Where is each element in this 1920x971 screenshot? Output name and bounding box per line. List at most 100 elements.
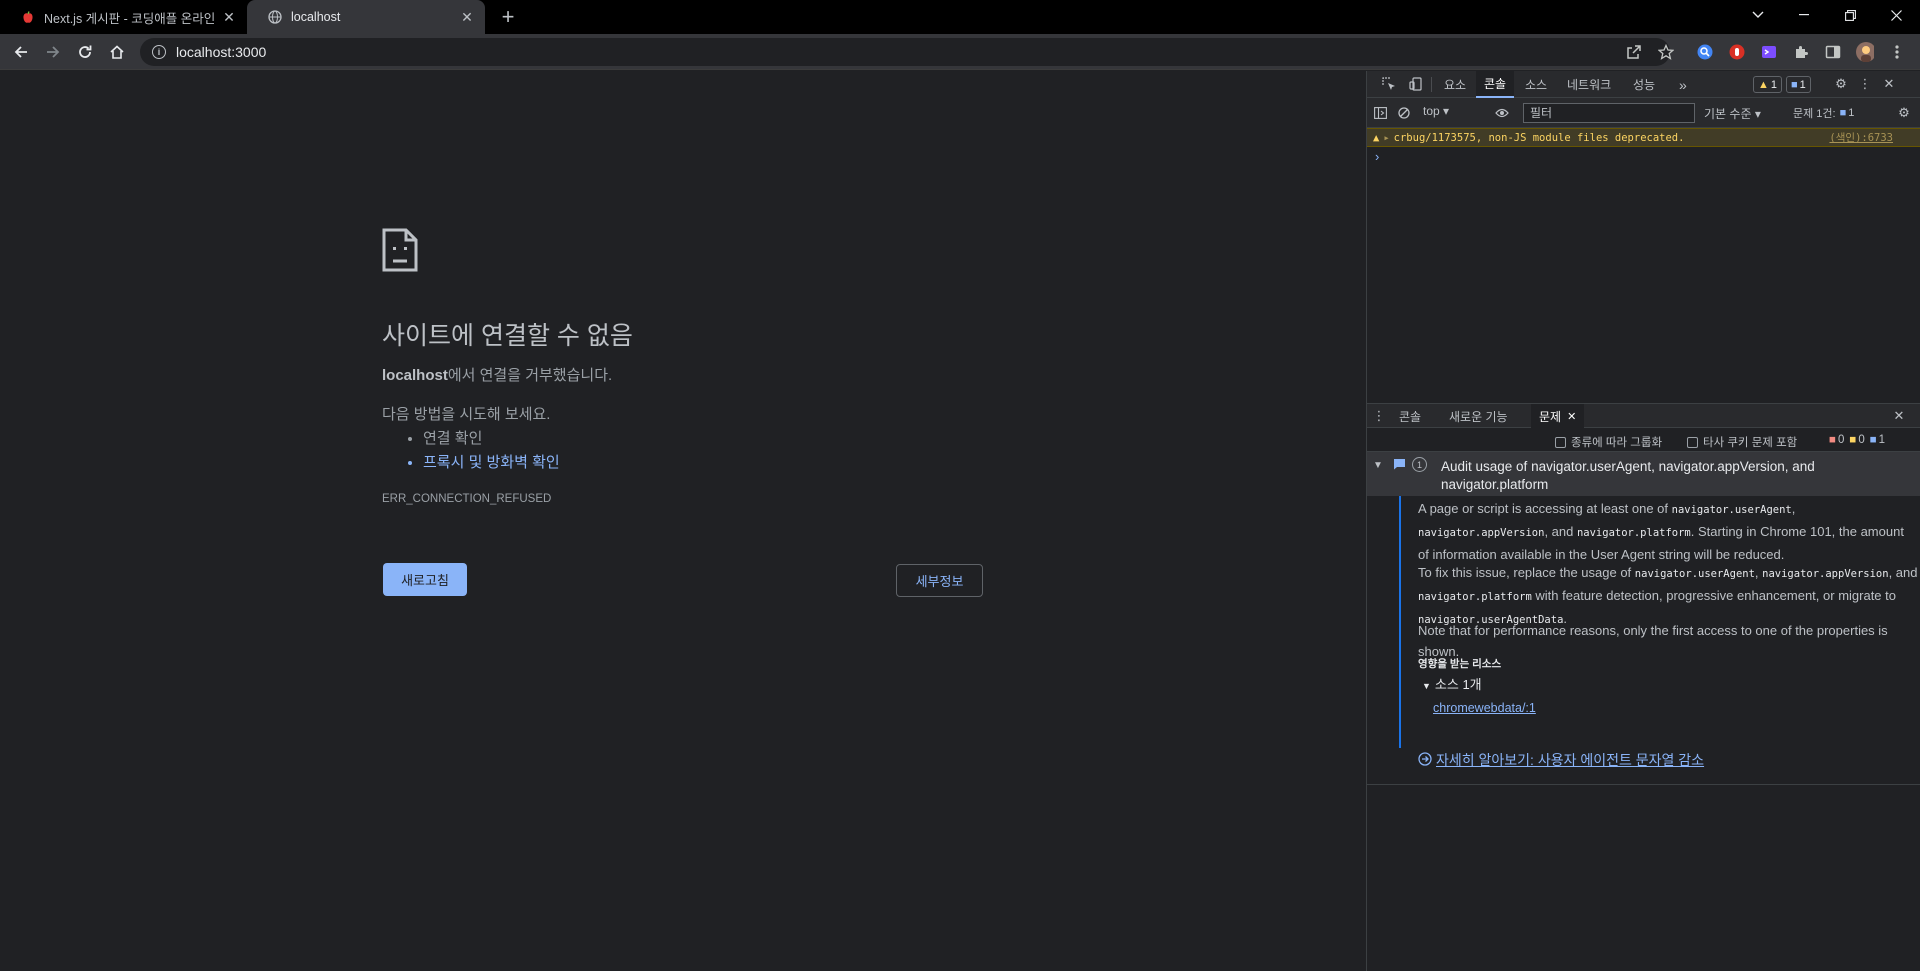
code: navigator.platform <box>1418 591 1532 603</box>
site-info-icon[interactable]: i <box>152 45 166 59</box>
more-tabs-icon[interactable]: » <box>1671 71 1695 98</box>
message-icon <box>1393 458 1406 473</box>
error-description-text: 에서 연결을 거부했습니다. <box>447 367 613 384</box>
close-window-icon[interactable] <box>1873 0 1919 30</box>
tab-search-icon[interactable] <box>1735 0 1781 30</box>
close-drawer-icon[interactable]: ✕ <box>1890 407 1908 425</box>
devtools-panel: 요소 콘솔 소스 네트워크 성능 » ▲ 1 ■ 1 ⚙ ⋮ ✕ top ▾ 필… <box>1366 71 1920 971</box>
message-icon: ■ <box>1839 106 1847 119</box>
collapse-arrow-icon[interactable]: ▼ <box>1373 460 1383 471</box>
learn-more-text: 자세히 알아보기: 사용자 에이전트 문자열 감소 <box>1436 752 1705 768</box>
issues-summary-count: 1 <box>1848 106 1855 119</box>
restore-icon[interactable] <box>1827 0 1873 30</box>
issue-header[interactable]: ▼ 1 Audit usage of navigator.userAgent, … <box>1367 452 1920 496</box>
group-by-kind-checkbox[interactable]: 종류에 따라 그룹화 <box>1555 434 1662 450</box>
log-level-dropdown[interactable]: 기본 수준 ▾ <box>1704 105 1761 122</box>
issue-counts: ■ 0 ■ 0 ■ 1 <box>1829 434 1885 446</box>
arrow-circle-icon <box>1418 751 1432 769</box>
error-count: 0 <box>1837 434 1845 446</box>
code: navigator.appVersion <box>1418 527 1545 539</box>
page-content: 사이트에 연결할 수 없음 localhost에서 연결을 거부했습니다. 다음… <box>0 71 1366 971</box>
inspect-element-icon[interactable] <box>1380 75 1398 93</box>
issue-count-badge: 1 <box>1412 457 1427 472</box>
drawer-tab-bar: ⋮ 콘솔 새로운 기능 문제 ✕ ✕ <box>1367 403 1920 428</box>
bookmark-star-icon[interactable] <box>1657 43 1675 61</box>
side-panel-icon[interactable] <box>1824 43 1842 61</box>
back-icon[interactable] <box>9 40 33 64</box>
browser-tab-active[interactable]: localhost ✕ <box>247 0 485 34</box>
extension-devtools-icon[interactable] <box>1760 43 1778 61</box>
code: navigator.userAgent <box>1671 504 1792 516</box>
warnings-badge[interactable]: ▲ 1 <box>1753 76 1783 93</box>
reload-icon[interactable] <box>73 40 97 64</box>
suggestion-check-proxy-link[interactable]: 프록시 및 방화벽 확인 <box>423 451 560 475</box>
issue-paragraph: A page or script is accessing at least o… <box>1418 498 1918 565</box>
close-tab-icon[interactable]: ✕ <box>459 9 475 25</box>
device-toolbar-icon[interactable] <box>1407 75 1425 93</box>
error-icon: ■ <box>1829 434 1836 446</box>
code: navigator.platform <box>1576 527 1691 539</box>
warning-icon: ■ <box>1849 434 1857 446</box>
browser-tab[interactable]: Next.js 게시판 - 코딩애플 온라인 ✕ <box>0 0 247 34</box>
warning-source-link[interactable]: (색인):6733 <box>1829 130 1893 145</box>
tab-title: Next.js 게시판 - 코딩애플 온라인 <box>44 11 216 26</box>
console-toolbar: top ▾ 필터 기본 수준 ▾ 문제 1건: ■ 1 ⚙ <box>1367 98 1920 128</box>
clear-console-icon[interactable] <box>1395 104 1413 122</box>
close-tab-icon[interactable]: ✕ <box>1567 410 1576 423</box>
console-prompt[interactable]: › <box>1375 149 1379 164</box>
address-bar[interactable]: i localhost:3000 <box>140 38 1670 66</box>
minimize-icon[interactable] <box>1781 0 1827 30</box>
drawer-menu-icon[interactable]: ⋮ <box>1370 407 1388 425</box>
tab-sources[interactable]: 소스 <box>1517 71 1555 98</box>
tab-network[interactable]: 네트워크 <box>1559 71 1619 98</box>
share-icon[interactable] <box>1625 43 1643 61</box>
text: A page or script is accessing at least o… <box>1418 501 1672 516</box>
forward-icon[interactable] <box>41 40 65 64</box>
devtools-menu-icon[interactable]: ⋮ <box>1856 75 1874 93</box>
reload-button[interactable]: 새로고침 <box>383 563 467 596</box>
drawer-tab-issues[interactable]: 문제 ✕ <box>1531 404 1585 428</box>
info-count: 1 <box>1878 434 1886 446</box>
drawer-tab-whats-new[interactable]: 새로운 기능 <box>1441 404 1516 428</box>
source-link[interactable]: chromewebdata/:1 <box>1433 701 1536 715</box>
suggestions-list: 연결 확인 프록시 및 방화벽 확인 <box>423 427 560 475</box>
sidebar-toggle-icon[interactable] <box>1371 104 1389 122</box>
filter-input[interactable]: 필터 <box>1523 103 1695 123</box>
tab-performance[interactable]: 성능 <box>1625 71 1663 98</box>
sources-toggle[interactable]: ▼ 소스 1개 <box>1422 674 1482 693</box>
details-button[interactable]: 세부정보 <box>896 564 983 597</box>
new-tab-button[interactable]: + <box>496 4 520 29</box>
learn-more-link[interactable]: 자세히 알아보기: 사용자 에이전트 문자열 감소 <box>1418 750 1704 770</box>
settings-gear-icon[interactable]: ⚙ <box>1832 75 1850 93</box>
suggestion-check-connection: 연결 확인 <box>423 427 560 451</box>
warning-triangle-icon: ▲ <box>1758 78 1769 91</box>
menu-kebab-icon[interactable] <box>1888 43 1906 61</box>
console-settings-gear-icon[interactable]: ⚙ <box>1895 104 1913 122</box>
home-icon[interactable] <box>105 40 129 64</box>
divider <box>1367 784 1920 785</box>
text: To fix this issue, replace the usage of <box>1418 565 1635 580</box>
extension-search-icon[interactable] <box>1696 43 1714 61</box>
tab-elements[interactable]: 요소 <box>1436 71 1474 98</box>
error-host: localhost <box>382 367 448 384</box>
message-icon: ■ <box>1791 78 1798 91</box>
close-devtools-icon[interactable]: ✕ <box>1880 75 1898 93</box>
tab-console[interactable]: 콘솔 <box>1476 71 1515 98</box>
extension-stop-hand-icon[interactable] <box>1728 43 1746 61</box>
issues-badge[interactable]: ■ 1 <box>1786 76 1811 93</box>
close-tab-icon[interactable]: ✕ <box>221 9 237 25</box>
devtools-tab-bar: 요소 콘솔 소스 네트워크 성능 » ▲ 1 ■ 1 ⚙ ⋮ ✕ <box>1367 71 1920 98</box>
extensions-puzzle-icon[interactable] <box>1792 43 1810 61</box>
avatar[interactable] <box>1856 42 1874 62</box>
apple-favicon-icon <box>20 9 36 25</box>
drawer-tab-console[interactable]: 콘솔 <box>1391 404 1429 428</box>
third-party-cookie-checkbox[interactable]: 타사 쿠키 문제 포함 <box>1687 434 1797 450</box>
expand-arrow-icon[interactable]: ▸ <box>1383 132 1389 144</box>
code: navigator.userAgent <box>1634 568 1755 580</box>
live-expression-eye-icon[interactable] <box>1493 104 1511 122</box>
text: with feature detection, progressive enha… <box>1531 588 1896 603</box>
address-text: localhost:3000 <box>176 44 267 60</box>
context-selector[interactable]: top ▾ <box>1423 104 1449 118</box>
console-warning-row: ▲ ▸ crbug/1173575, non-JS module files d… <box>1367 128 1920 147</box>
issues-summary[interactable]: 문제 1건: ■ 1 <box>1789 104 1858 121</box>
